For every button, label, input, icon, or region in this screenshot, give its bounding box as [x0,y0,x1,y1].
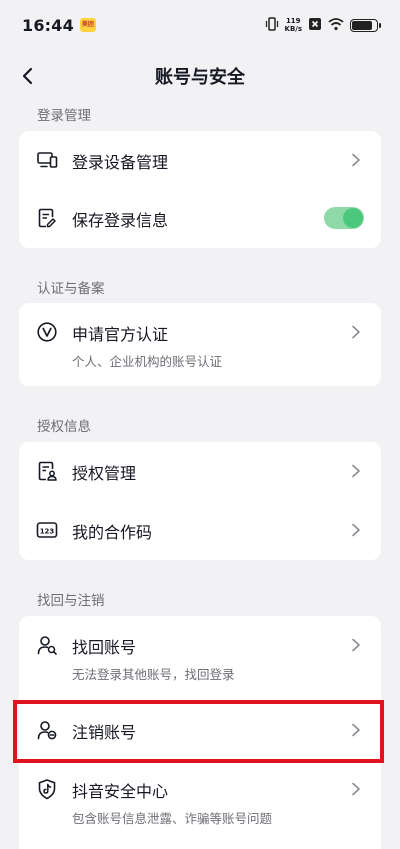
page-title: 账号与安全 [155,67,245,88]
devices-icon [36,149,58,171]
net-speed-unit: KB/s [284,25,302,33]
row-label: 保存登录信息 [72,211,169,230]
row-recover-account[interactable]: 找回账号 无法登录其他账号，找回登录 [19,616,381,699]
nav-header: 账号与安全 [0,54,400,98]
net-speed: 119 KB/s [285,17,302,33]
card-auth: 申请官方认证 个人、企业机构的账号认证 [19,303,381,386]
row-label: 授权管理 [72,464,137,483]
row-label: 申请官方认证 [72,325,169,344]
section-label-auth: 认证与备案 [37,281,105,297]
status-right: 119 KB/s [265,16,381,35]
user-search-icon [36,634,58,656]
card-login: 登录设备管理 保存登录信息 [19,131,381,248]
chevron-right-icon [349,464,363,478]
row-sublabel: 无法登录其他账号，找回登录 [72,667,235,682]
chevron-right-icon [349,723,363,737]
net-speed-value: 119 [285,17,301,25]
verified-v-icon [36,321,58,343]
svg-text:123: 123 [40,527,55,535]
toggle-knob [343,208,363,228]
row-label: 找回账号 [72,638,137,657]
back-button[interactable] [14,62,42,90]
row-label: 抖音安全中心 [72,782,169,801]
document-user-icon [36,460,58,482]
notification-badge: 美团 [79,18,96,32]
row-official-verification[interactable]: 申请官方认证 个人、企业机构的账号认证 [19,303,381,386]
battery-icon [350,18,381,32]
row-delete-account[interactable]: 注销账号 [19,699,381,764]
row-label: 我的合作码 [72,523,153,542]
chevron-right-icon [349,782,363,796]
status-left: 16:44 美团 [22,16,96,35]
sim-x-icon [308,16,322,35]
number-code-icon: 123 [36,519,58,541]
user-remove-icon [36,719,58,741]
wifi-icon [328,16,344,35]
chevron-right-icon [349,153,363,167]
row-label: 登录设备管理 [72,153,169,172]
chevron-right-icon [349,638,363,652]
vibrate-icon [265,16,279,35]
status-time: 16:44 [22,15,74,35]
chevron-right-icon [349,325,363,339]
chevron-right-icon [349,523,363,537]
battery-fill [352,20,373,30]
row-sublabel: 包含账号信息泄露、诈骗等账号问题 [72,811,273,826]
section-label-authorization: 授权信息 [37,419,91,435]
card-authorization: 授权管理 123 我的合作码 [19,442,381,560]
document-edit-icon [36,207,58,229]
row-save-login-info: 保存登录信息 [19,189,381,248]
row-label: 注销账号 [72,723,137,742]
row-security-center[interactable]: 抖音安全中心 包含账号信息泄露、诈骗等账号问题 [19,764,381,849]
back-arrow-icon [22,67,33,85]
shield-tiktok-icon [36,778,58,800]
row-cooperation-code[interactable]: 123 我的合作码 [19,501,381,560]
card-recover: 找回账号 无法登录其他账号，找回登录 注销账号 抖音安全中心 包含账号信息泄露、… [19,616,381,849]
save-login-toggle[interactable] [324,207,364,229]
row-authorization-management[interactable]: 授权管理 [19,442,381,501]
section-label-login: 登录管理 [37,108,91,124]
section-label-recover: 找回与注销 [37,593,105,609]
status-bar: 16:44 美团 119 KB/s [0,0,400,50]
row-sublabel: 个人、企业机构的账号认证 [72,354,223,369]
row-login-devices[interactable]: 登录设备管理 [19,131,381,189]
